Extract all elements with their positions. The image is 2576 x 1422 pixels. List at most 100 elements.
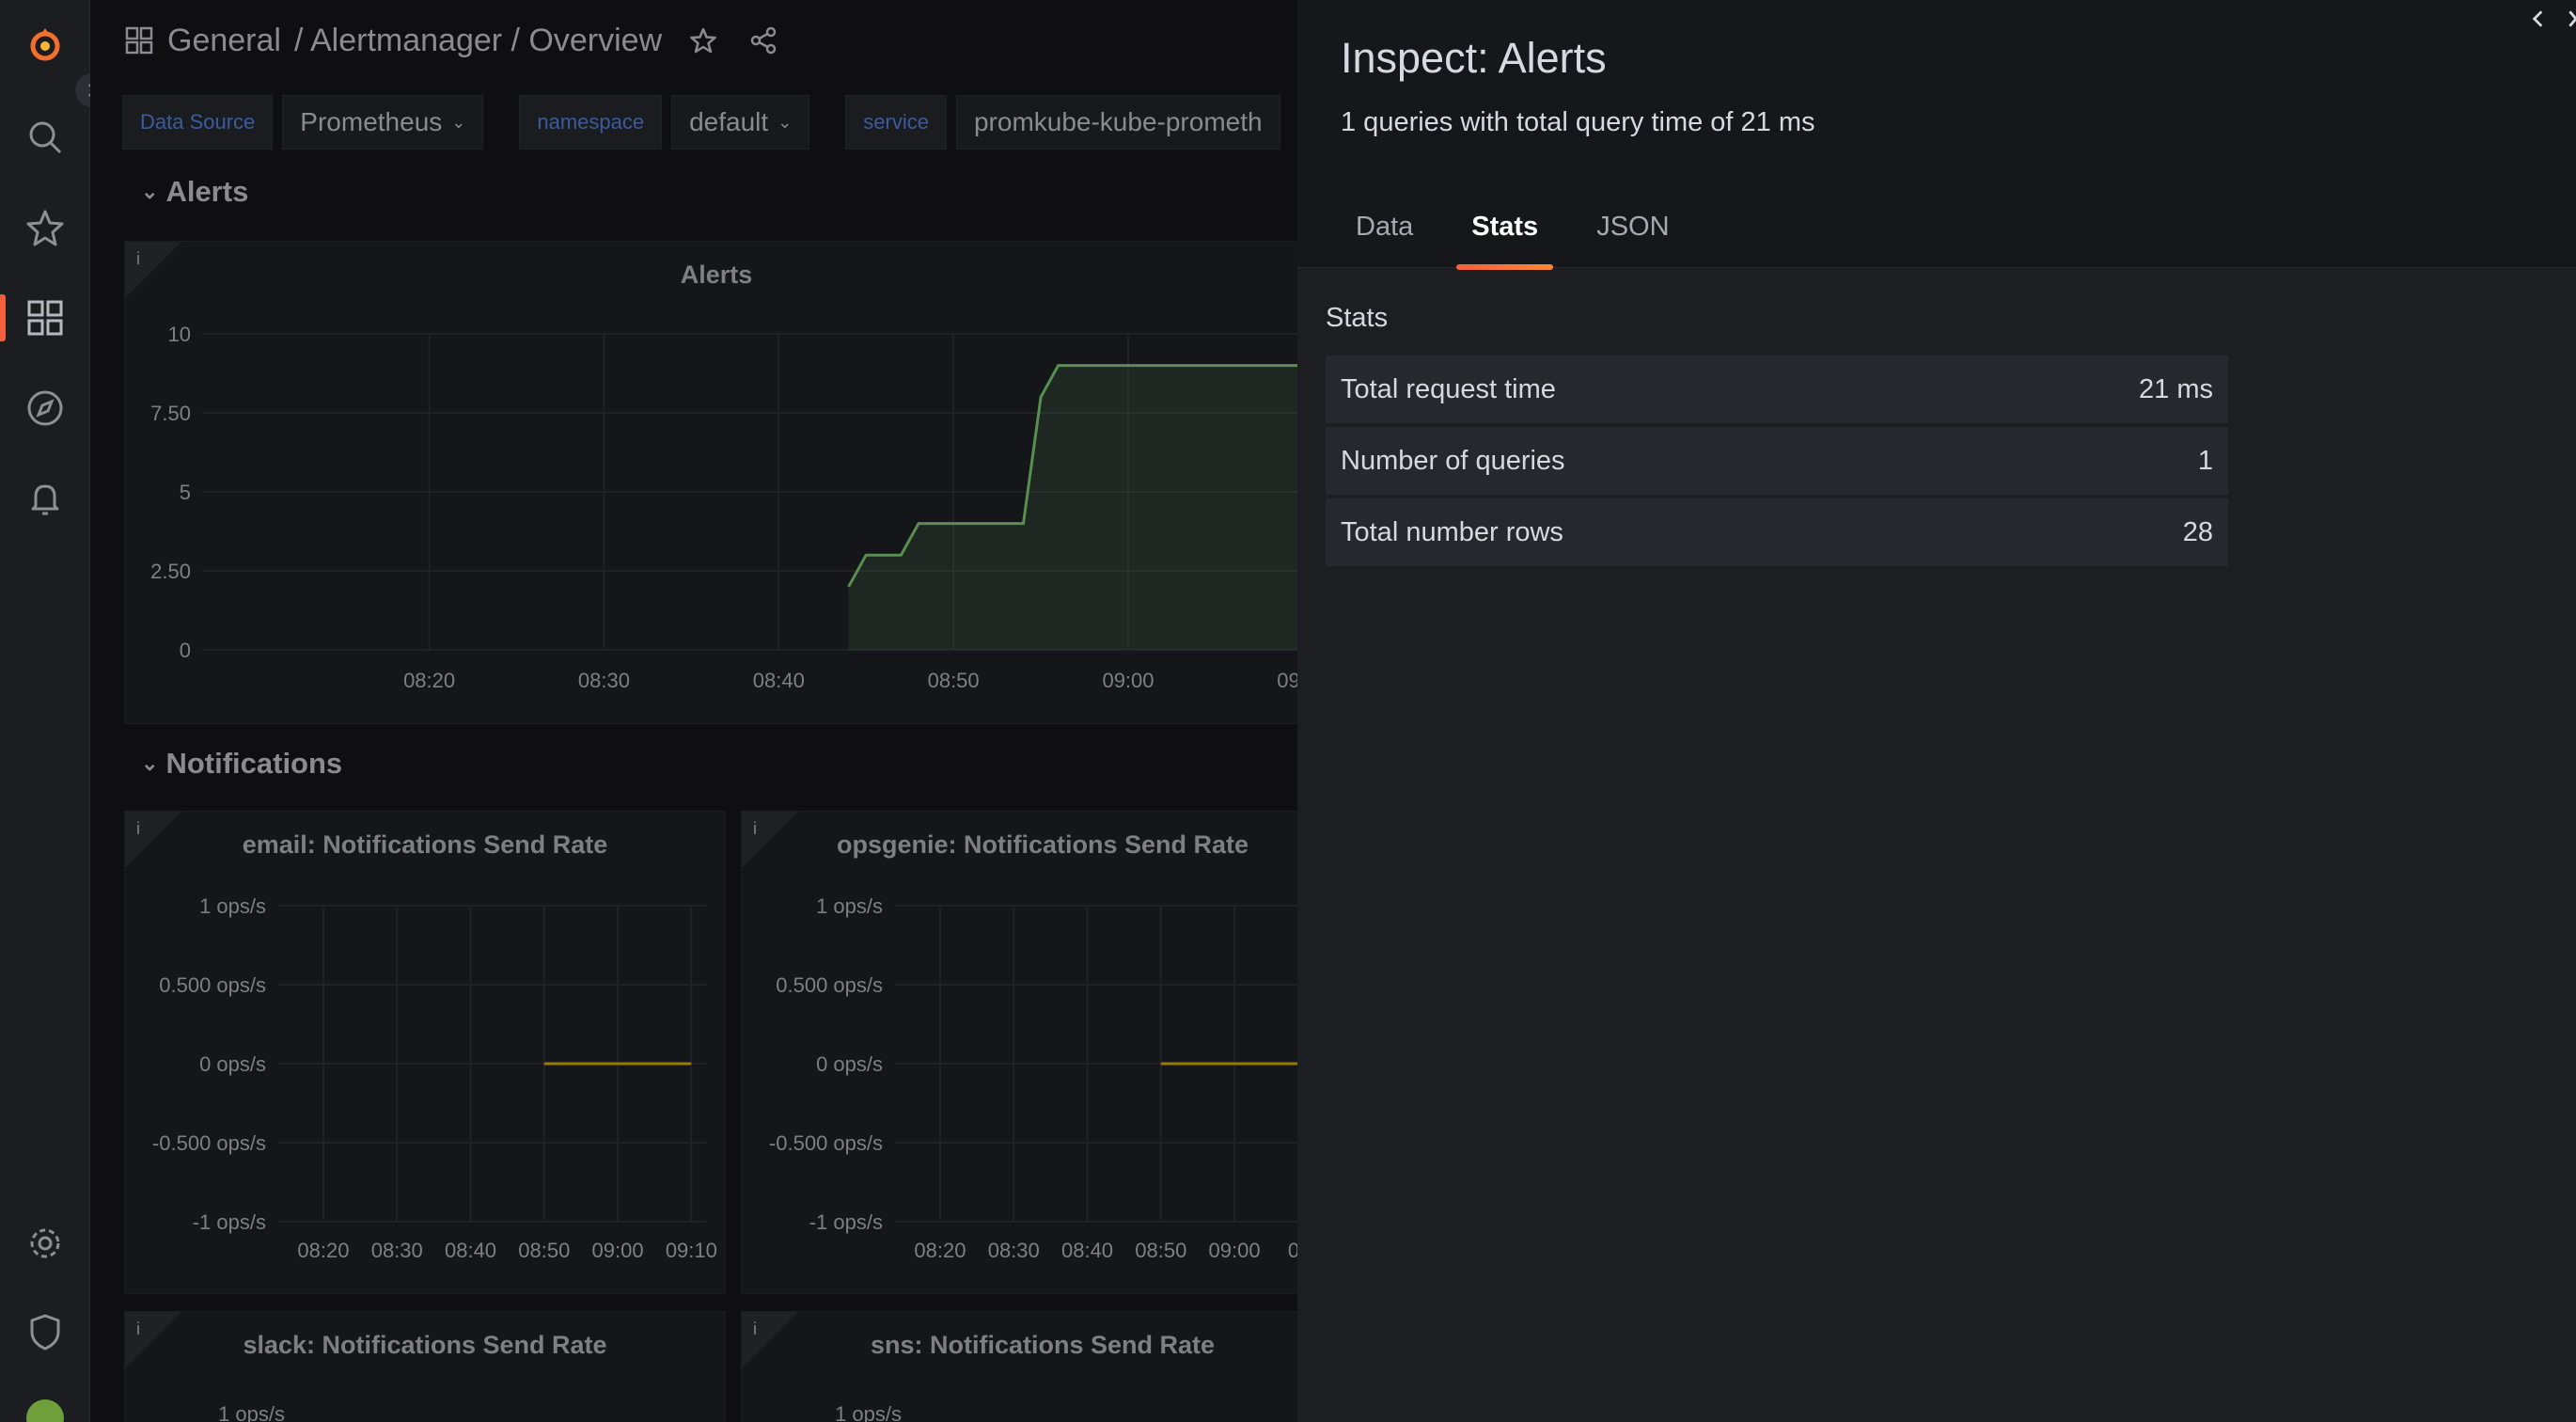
x-tick-label: 08:50 <box>1135 1239 1186 1262</box>
inspect-tabs: Data Stats JSON <box>1341 212 1685 270</box>
x-tick-label: 08:20 <box>297 1239 349 1262</box>
stat-value: 28 <box>2182 516 2213 547</box>
opsgenie-chart: 1 ops/s 0.500 ops/s 0 ops/s -0.500 ops/s -1 … <box>769 894 1297 1262</box>
y-tick-label: 1 ops/s <box>199 894 266 918</box>
y-tick-label: 0.500 ops/s <box>159 973 266 997</box>
x-tick-label: 08:20 <box>403 669 455 692</box>
variable-select-namespace[interactable]: default ⌄ <box>671 95 810 150</box>
x-tick-label: 08:50 <box>518 1239 570 1262</box>
panel-title: slack: Notifications Send Rate <box>243 1331 607 1359</box>
x-tick-label: 08:50 <box>928 669 980 692</box>
tab-data[interactable]: Data <box>1341 212 1428 268</box>
starred-icon[interactable] <box>19 201 71 254</box>
grafana-logo-icon[interactable] <box>19 19 71 71</box>
y-tick-label: 1 ops/s <box>218 1402 285 1422</box>
y-tick-label: 5 <box>180 481 191 504</box>
email-notifications-panel[interactable]: i email: Notifications Send Rate 1 ops/s… <box>124 811 726 1294</box>
active-indicator <box>0 294 6 341</box>
tab-stats[interactable]: Stats <box>1456 212 1554 270</box>
alerting-bell-icon[interactable] <box>19 472 71 525</box>
x-tick-label: 08:20 <box>914 1239 966 1262</box>
dashboards-icon[interactable] <box>19 292 71 344</box>
x-tick-label: 08:30 <box>988 1239 1040 1262</box>
server-admin-shield-icon[interactable] <box>19 1305 71 1358</box>
variable-value: default <box>689 107 769 136</box>
inspect-drawer: Inspect: Alerts 1 queries with total que… <box>1297 0 2576 1422</box>
variable-label-datasource: Data Source <box>122 95 274 150</box>
chevron-down-icon: ⌄ <box>141 751 159 775</box>
x-tick-label: 08:30 <box>578 669 630 692</box>
y-tick-label: -1 ops/s <box>193 1210 266 1234</box>
drawer-subtitle: 1 queries with total query time of 21 ms <box>1341 107 1815 137</box>
grafana-window: General / Alertmanager / Overview Data S… <box>0 0 2576 1422</box>
slack-notifications-panel[interactable]: i slack: Notifications Send Rate 1 ops/s <box>124 1311 726 1422</box>
opsgenie-notifications-panel[interactable]: i opsgenie: Notifications Send Rate 1 op… <box>741 811 1297 1294</box>
breadcrumb: General / Alertmanager / Overview <box>124 17 778 64</box>
stats-heading: Stats <box>1326 303 1389 333</box>
breadcrumb-folder[interactable]: General <box>167 23 281 59</box>
search-icon[interactable] <box>19 111 71 164</box>
explore-compass-icon[interactable] <box>19 382 71 434</box>
y-tick-label: 0 ops/s <box>199 1052 266 1076</box>
series-area-fill <box>848 365 1297 650</box>
y-tick-label: -1 ops/s <box>809 1210 883 1234</box>
user-avatar[interactable] <box>19 1388 71 1422</box>
chevron-down-icon: ⌄ <box>778 112 793 132</box>
x-tick-label: 09:00 <box>1102 669 1154 692</box>
y-tick-label: -0.500 ops/s <box>152 1131 266 1155</box>
variable-value: Prometheus <box>300 107 443 136</box>
alerts-panel[interactable]: i Alerts 10 7.50 5 2.50 0 08:20 08:30 08:40 08:5… <box>124 241 1297 724</box>
breadcrumb-dashboard: / Alertmanager / Overview <box>293 22 663 58</box>
collapse-drawer-button[interactable] <box>2520 0 2557 38</box>
variable-label-service: service <box>845 95 947 150</box>
side-nav <box>0 0 90 1422</box>
x-tick-label: 08:40 <box>445 1239 496 1262</box>
y-tick-label: 7.50 <box>150 402 191 425</box>
x-tick-label: 08:40 <box>753 669 805 692</box>
x-tick-label: 09:00 <box>1209 1239 1261 1262</box>
configuration-gear-icon[interactable] <box>19 1217 71 1270</box>
row-header-alerts[interactable]: ⌄ Alerts <box>141 175 248 209</box>
y-tick-label: 10 <box>168 323 191 346</box>
stats-table: Total request time 21 ms Number of queri… <box>1326 356 2228 570</box>
stats-row: Total request time 21 ms <box>1326 356 2228 423</box>
tab-json[interactable]: JSON <box>1581 212 1684 268</box>
y-tick-label: 2.50 <box>150 560 191 583</box>
x-tick-label: 09:10 <box>666 1239 717 1262</box>
close-icon <box>2568 10 2576 27</box>
dashboard-grid-icon <box>125 26 153 55</box>
chevron-left-icon <box>2532 10 2543 27</box>
drawer-header: Inspect: Alerts 1 queries with total que… <box>1297 0 2576 270</box>
stats-row: Total number rows 28 <box>1326 498 2228 566</box>
row-title: Alerts <box>165 175 249 208</box>
y-tick-label: 1 ops/s <box>835 1402 902 1422</box>
variable-select-service[interactable]: promkube-kube-prometh <box>955 95 1280 150</box>
row-header-notifications[interactable]: ⌄ Notifications <box>141 747 342 781</box>
stats-row: Number of queries 1 <box>1326 427 2228 495</box>
star-icon[interactable] <box>688 25 718 55</box>
share-icon[interactable] <box>748 25 778 55</box>
stat-label: Number of queries <box>1341 445 1565 476</box>
drawer-title: Inspect: Alerts <box>1341 34 1607 82</box>
panel-title: sns: Notifications Send Rate <box>870 1331 1216 1359</box>
x-tick-label: 08:30 <box>371 1239 423 1262</box>
variable-select-datasource[interactable]: Prometheus ⌄ <box>282 95 484 150</box>
x-tick-label: 09:10 <box>1277 669 1297 692</box>
x-tick-label: 09:1 <box>1288 1239 1297 1262</box>
close-drawer-button[interactable] <box>2557 0 2576 38</box>
chevron-down-icon: ⌄ <box>451 112 466 132</box>
y-tick-label: 0 ops/s <box>816 1052 883 1076</box>
variable-label-namespace: namespace <box>519 95 663 150</box>
dashboard-area: General / Alertmanager / Overview Data S… <box>90 0 1297 1422</box>
y-tick-label: 0.500 ops/s <box>776 973 883 997</box>
stat-label: Total number rows <box>1341 516 1563 547</box>
stat-label: Total request time <box>1341 373 1556 404</box>
row-title: Notifications <box>165 747 343 780</box>
stat-value: 1 <box>2197 445 2213 476</box>
chevron-down-icon: ⌄ <box>141 180 159 203</box>
email-chart: 1 ops/s 0.500 ops/s 0 ops/s -0.500 ops/s -1 … <box>152 894 717 1262</box>
x-tick-label: 09:00 <box>592 1239 644 1262</box>
y-tick-label: -0.500 ops/s <box>769 1131 883 1155</box>
y-tick-label: 0 <box>180 639 191 662</box>
sns-notifications-panel[interactable]: i sns: Notifications Send Rate 1 ops/s <box>741 1311 1297 1422</box>
